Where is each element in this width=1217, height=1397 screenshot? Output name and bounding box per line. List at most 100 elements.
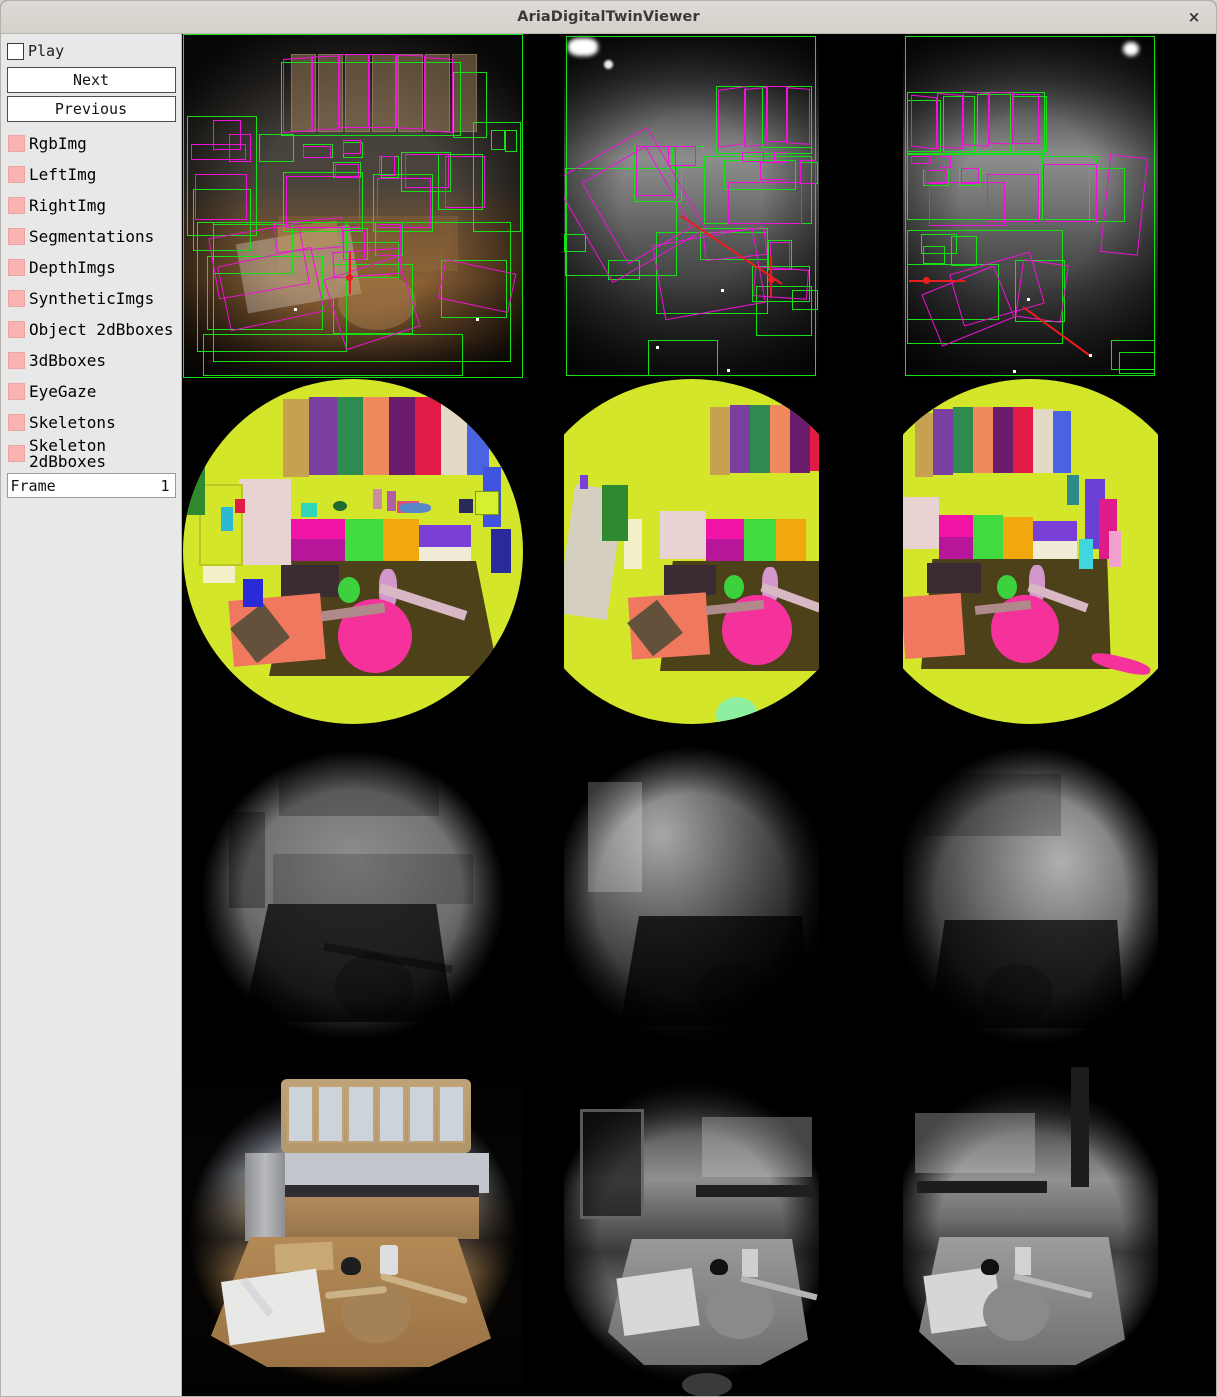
skeleton-joint <box>656 346 659 349</box>
layer-toggle-depth-imgs[interactable]: DepthImgs <box>1 252 181 283</box>
layer-toggle-list: RgbImg LeftImg RightImg Segmentations De… <box>1 128 181 469</box>
label-right-img: RightImg <box>29 195 107 215</box>
synthetic-jug <box>1015 1247 1031 1275</box>
layer-toggle-skeletons[interactable]: Skeletons <box>1 407 181 438</box>
title-bar: AriaDigitalTwinViewer × <box>1 1 1216 34</box>
synthetic-upper-cabinets <box>915 1113 1035 1173</box>
checkbox-skeleton-2dbboxes[interactable] <box>8 445 25 462</box>
label-left-img: LeftImg <box>29 164 97 184</box>
object-3dbbox <box>273 217 345 253</box>
object-2dbbox <box>505 130 517 152</box>
segmentation-regions <box>903 379 1158 724</box>
object-3dbbox <box>339 54 369 128</box>
object-3dbbox <box>668 146 696 166</box>
depth-region-cabinets <box>279 744 439 816</box>
object-3dbbox <box>770 242 790 270</box>
layer-toggle-left-img[interactable]: LeftImg <box>1 159 181 190</box>
layer-toggle-rgb-img[interactable]: RgbImg <box>1 128 181 159</box>
object-3dbbox <box>332 247 402 279</box>
object-3dbbox <box>774 152 788 162</box>
object-3dbbox <box>1043 164 1097 222</box>
object-3dbbox <box>800 160 816 184</box>
skeleton-joint <box>721 289 724 292</box>
layer-toggle-eyegaze[interactable]: EyeGaze <box>1 376 181 407</box>
synthetic-cutlery-tray <box>221 1268 325 1346</box>
eyegaze-point <box>923 277 930 284</box>
synthetic-fridge <box>245 1153 285 1241</box>
layer-toggle-object-2dbboxes[interactable]: Object 2dBboxes <box>1 314 181 345</box>
checkbox-left-img[interactable] <box>8 166 25 183</box>
object-3dbbox <box>937 92 963 150</box>
object-2dbbox <box>1119 352 1155 374</box>
synthetic-countertop <box>696 1185 814 1197</box>
panel-left-slam-image[interactable] <box>564 34 819 378</box>
synthetic-funnel <box>341 1257 361 1275</box>
depth-region-fridge <box>229 812 265 908</box>
cabinet-doors <box>287 1085 466 1143</box>
panel-right-slam-depth[interactable] <box>903 726 1158 1066</box>
checkbox-3dbboxes[interactable] <box>8 352 25 369</box>
panel-right-slam-image[interactable] <box>903 34 1158 378</box>
object-2dbbox <box>923 246 945 264</box>
checkbox-segmentations[interactable] <box>8 228 25 245</box>
panel-left-slam-segmentation[interactable] <box>564 379 819 724</box>
segmentation-regions <box>564 379 819 724</box>
window-title: AriaDigitalTwinViewer <box>517 9 700 25</box>
object-2dbbox <box>203 334 463 376</box>
panel-right-slam-synthetic[interactable] <box>903 1067 1158 1396</box>
depth-region-bowl <box>983 964 1053 1022</box>
panel-rgb-camera-image[interactable] <box>183 34 523 378</box>
checkbox-depth-imgs[interactable] <box>8 259 25 276</box>
skeleton-joint <box>1027 298 1030 301</box>
synthetic-bowl <box>706 1281 774 1339</box>
object-3dbbox <box>311 55 339 131</box>
synthetic-jug <box>742 1249 758 1277</box>
segmentation-regions <box>183 379 523 724</box>
checkbox-object-2dbboxes[interactable] <box>8 321 25 338</box>
layer-toggle-right-img[interactable]: RightImg <box>1 190 181 221</box>
panel-left-slam-synthetic[interactable] <box>564 1067 819 1396</box>
label-depth-imgs: DepthImgs <box>29 257 116 277</box>
object-3dbbox <box>377 178 431 228</box>
skeleton-joint <box>294 308 297 311</box>
depth-region-counter <box>273 854 473 904</box>
panel-right-slam-segmentation[interactable] <box>903 379 1158 724</box>
play-checkbox-row[interactable]: Play <box>1 38 181 64</box>
synthetic-stool <box>682 1373 732 1396</box>
play-checkbox[interactable] <box>7 42 24 60</box>
panel-rgb-depth[interactable] <box>183 726 523 1066</box>
skeleton-joint <box>1089 354 1092 357</box>
image-grid <box>183 34 1216 1396</box>
synthetic-cutlery-tray <box>616 1267 700 1337</box>
frame-input[interactable]: Frame 1 <box>6 473 176 498</box>
object-3dbbox <box>195 174 247 220</box>
object-3dbbox <box>1015 259 1069 323</box>
label-skeletons: Skeletons <box>29 412 116 432</box>
frame-input-value: 1 <box>160 477 170 495</box>
layer-toggle-segmentations[interactable]: Segmentations <box>1 221 181 252</box>
object-2dbbox <box>564 234 586 252</box>
panel-left-slam-depth[interactable] <box>564 726 819 1066</box>
label-synthetic-imgs: SyntheticImgs <box>29 288 155 308</box>
panel-rgb-segmentation[interactable] <box>183 379 523 724</box>
checkbox-rgb-img[interactable] <box>8 135 25 152</box>
object-3dbbox <box>283 56 313 134</box>
close-icon[interactable]: × <box>1178 1 1210 34</box>
layer-toggle-synthetic-imgs[interactable]: SyntheticImgs <box>1 283 181 314</box>
checkbox-synthetic-imgs[interactable] <box>8 290 25 307</box>
eyegaze-point <box>768 276 775 283</box>
checkbox-eyegaze[interactable] <box>8 383 25 400</box>
layer-toggle-3dbboxes[interactable]: 3dBboxes <box>1 345 181 376</box>
previous-button[interactable]: Previous <box>6 96 176 122</box>
panel-rgb-synthetic[interactable] <box>183 1067 523 1396</box>
synthetic-bowl <box>983 1283 1049 1341</box>
checkbox-skeletons[interactable] <box>8 414 25 431</box>
synthetic-funnel <box>981 1259 999 1275</box>
synthetic-doorway <box>580 1109 644 1219</box>
label-3dbboxes: 3dBboxes <box>29 350 107 370</box>
next-button[interactable]: Next <box>6 67 176 93</box>
layer-toggle-skeleton-2dbboxes[interactable]: Skeleton 2dBboxes <box>1 437 181 469</box>
checkbox-right-img[interactable] <box>8 197 25 214</box>
object-3dbbox <box>229 134 251 162</box>
play-label: Play <box>28 41 65 60</box>
